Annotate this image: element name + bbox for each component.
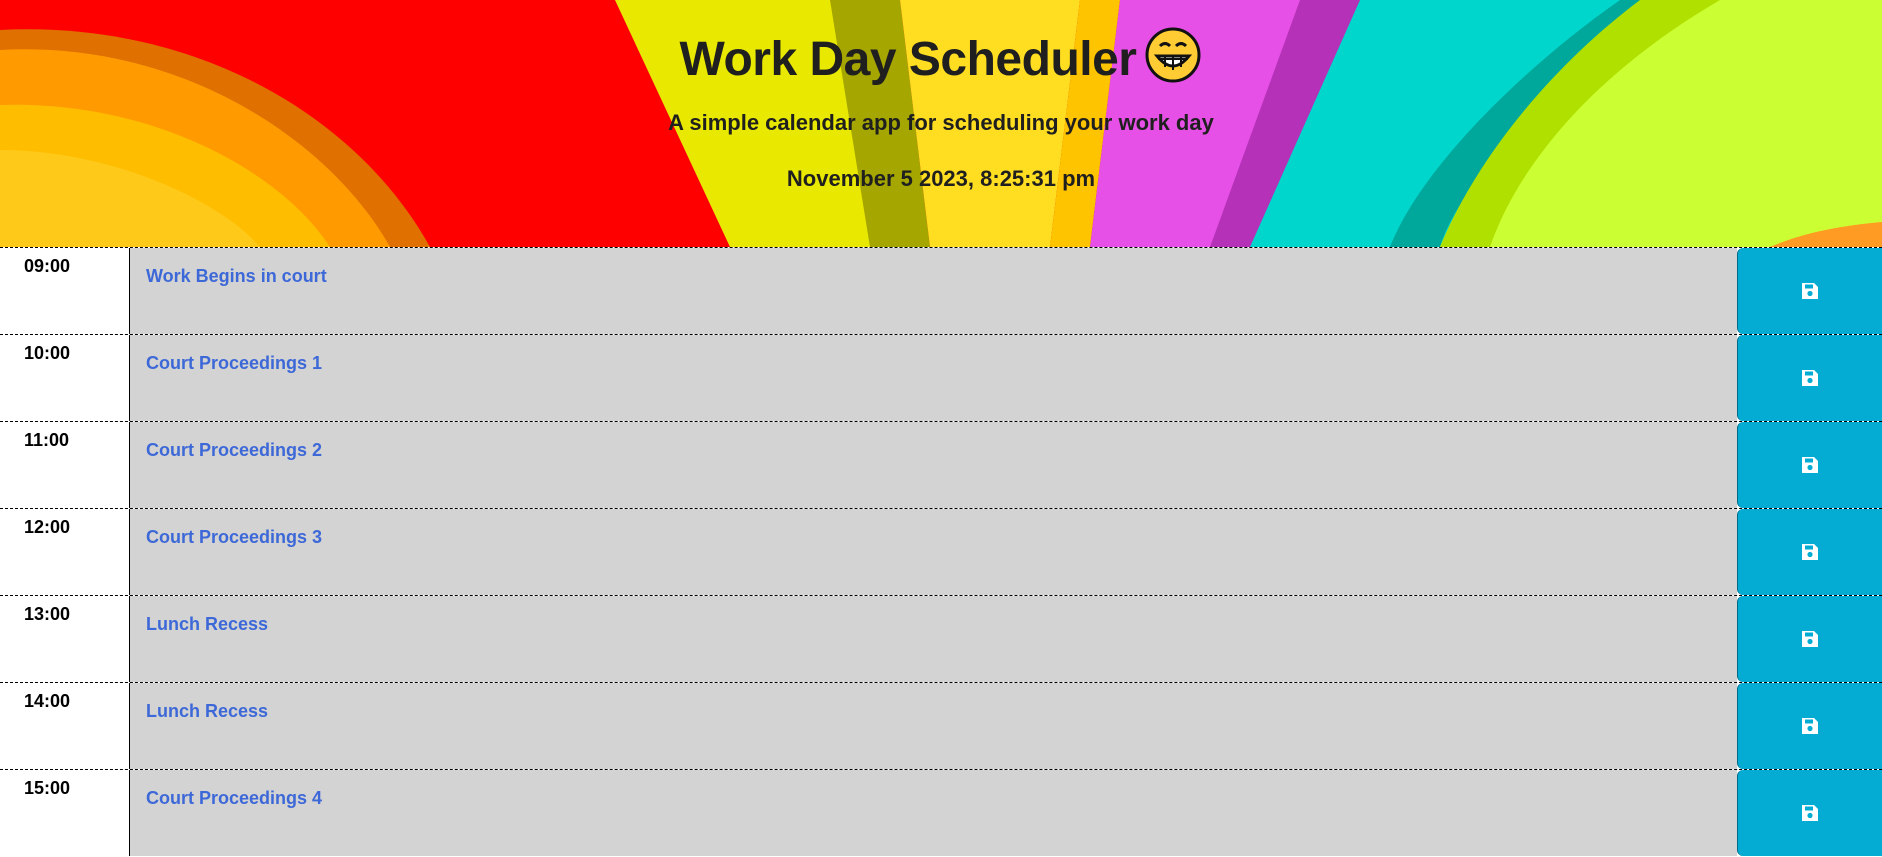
floppy-disk-icon	[1802, 631, 1818, 647]
save-button[interactable]	[1737, 335, 1882, 421]
event-description-input[interactable]: Lunch Recess	[130, 596, 1737, 682]
event-description-input[interactable]: Court Proceedings 2	[130, 422, 1737, 508]
floppy-disk-icon	[1802, 544, 1818, 560]
save-button[interactable]	[1737, 509, 1882, 595]
time-block-row: 11:00 Court Proceedings 2	[0, 421, 1882, 508]
time-block-row: 12:00 Court Proceedings 3	[0, 508, 1882, 595]
header-banner: Work Day Scheduler A simple calendar app…	[0, 0, 1882, 247]
floppy-disk-icon	[1802, 370, 1818, 386]
save-button[interactable]	[1737, 422, 1882, 508]
time-block-row: 09:00 Work Begins in court	[0, 247, 1882, 334]
event-description-input[interactable]: Lunch Recess	[130, 683, 1737, 769]
subtitle: A simple calendar app for scheduling you…	[668, 110, 1214, 135]
hour-label: 13:00	[0, 596, 130, 682]
time-block-row: 15:00 Court Proceedings 4	[0, 769, 1882, 856]
hour-label: 10:00	[0, 335, 130, 421]
save-button[interactable]	[1737, 248, 1882, 334]
time-block-row: 13:00 Lunch Recess	[0, 595, 1882, 682]
hour-label: 09:00	[0, 248, 130, 334]
grinning-face-icon	[1144, 26, 1202, 98]
floppy-disk-icon	[1802, 283, 1818, 299]
event-description-input[interactable]: Work Begins in court	[130, 248, 1737, 334]
page-title: Work Day Scheduler	[0, 0, 1882, 98]
floppy-disk-icon	[1802, 805, 1818, 821]
time-block-row: 14:00 Lunch Recess	[0, 682, 1882, 769]
event-description-input[interactable]: Court Proceedings 3	[130, 509, 1737, 595]
event-description-input[interactable]: Court Proceedings 4	[130, 770, 1737, 856]
floppy-disk-icon	[1802, 718, 1818, 734]
schedule-rows: 09:00 Work Begins in court 10:00 Court P…	[0, 247, 1882, 856]
page-title-text: Work Day Scheduler	[679, 33, 1137, 86]
hour-label: 12:00	[0, 509, 130, 595]
event-description-input[interactable]: Court Proceedings 1	[130, 335, 1737, 421]
hour-label: 14:00	[0, 683, 130, 769]
current-datetime: November 5 2023, 8:25:31 pm	[786, 166, 1096, 191]
save-button[interactable]	[1737, 770, 1882, 856]
save-button[interactable]	[1737, 596, 1882, 682]
hour-label: 15:00	[0, 770, 130, 856]
floppy-disk-icon	[1802, 457, 1818, 473]
hour-label: 11:00	[0, 422, 130, 508]
save-button[interactable]	[1737, 683, 1882, 769]
time-block-row: 10:00 Court Proceedings 1	[0, 334, 1882, 421]
